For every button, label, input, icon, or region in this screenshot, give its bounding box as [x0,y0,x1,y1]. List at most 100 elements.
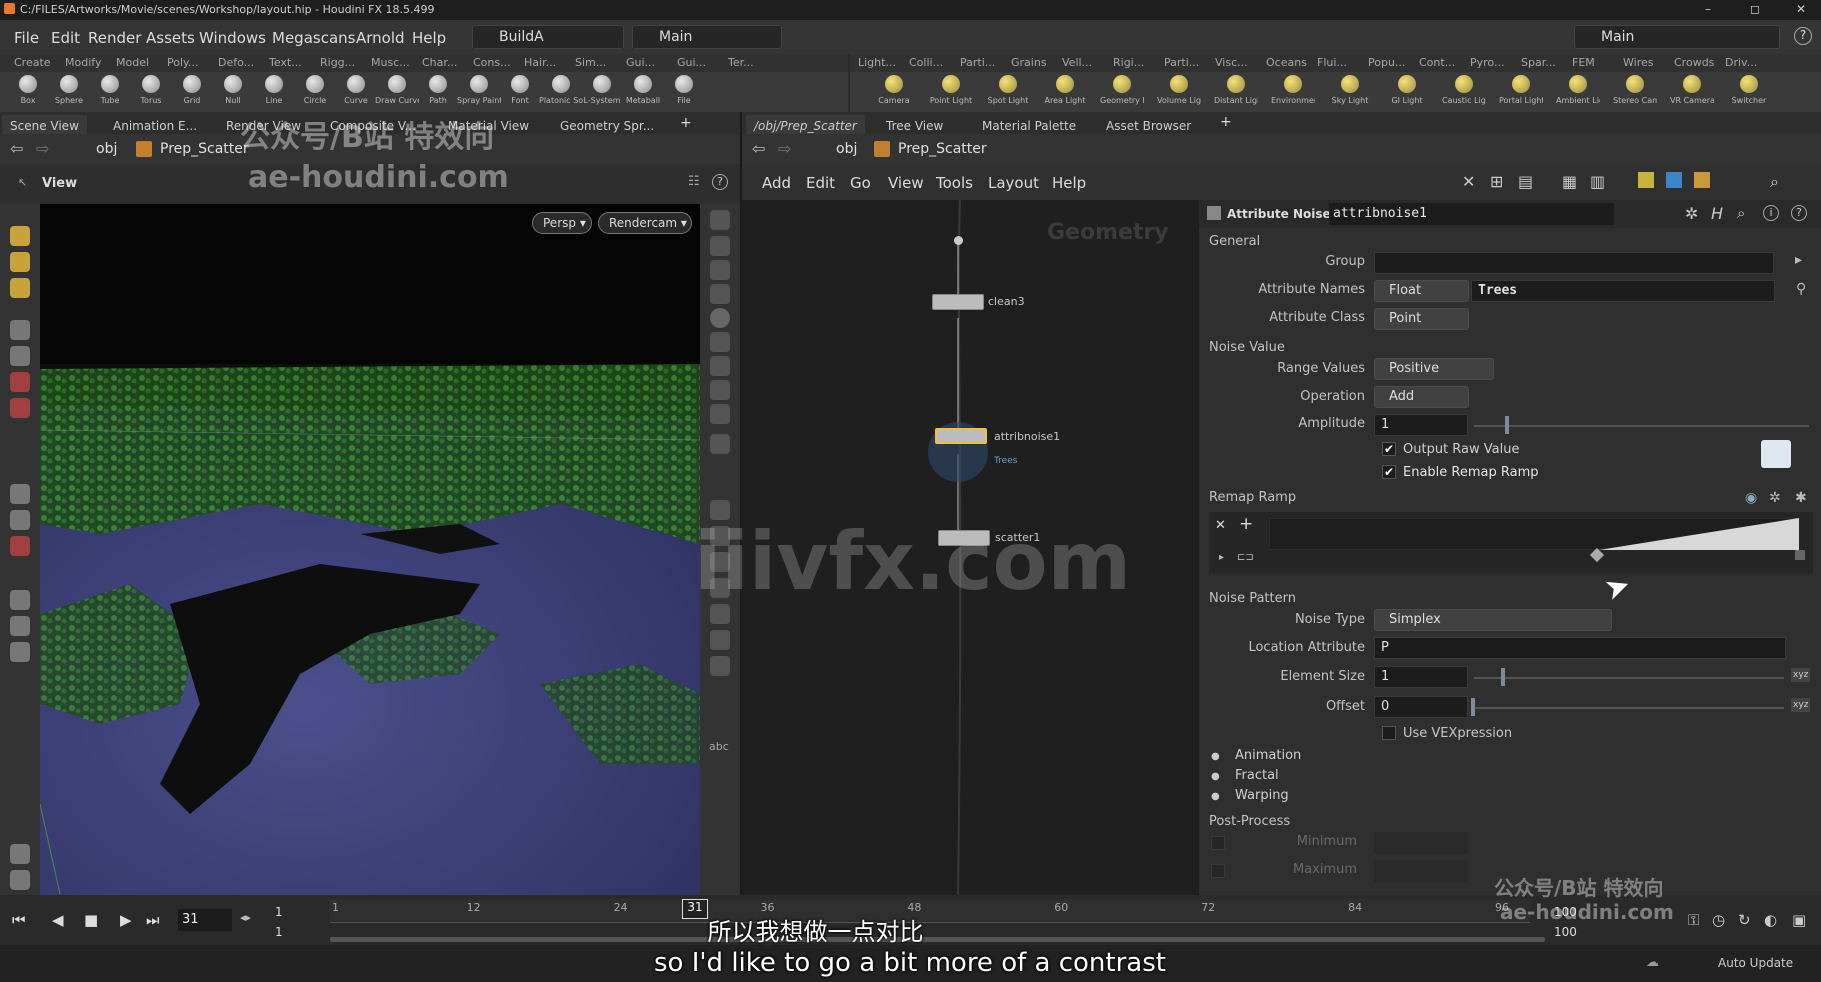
shelf-tool-volume-light[interactable]: Volume Light [1157,73,1201,111]
shelf-tool-ambient-light[interactable]: Ambient Light [1556,73,1600,111]
audio-icon[interactable]: ◐ [1764,911,1777,929]
amplitude-slider-handle[interactable] [1505,416,1509,434]
brush-icon[interactable] [10,398,30,418]
net-menu-edit[interactable]: Edit [806,174,835,192]
shelf-tab[interactable]: Sim... [575,56,606,69]
folder-fractal[interactable]: Fractal [1235,768,1279,783]
context-select[interactable]: Main [632,25,782,49]
settings-icon[interactable]: ▣ [1792,911,1806,929]
shelf-tool-camera[interactable]: Camera [872,73,916,111]
folder-expand-icon[interactable]: ● [1211,791,1220,802]
scene-viewport[interactable] [40,204,700,904]
ramp-key-1[interactable] [1589,547,1605,563]
display-options-icon[interactable]: ☷ [688,174,700,189]
shelf-tool-path[interactable]: Path [416,73,460,111]
shelf-tool-curve[interactable]: Curve [334,73,378,111]
shelf-tab[interactable]: Rigg... [320,56,355,69]
net-menu-view[interactable]: View [888,174,924,192]
net-menu-go[interactable]: Go [850,174,871,192]
back-arrow-icon[interactable]: ⇦ [752,139,765,158]
forward-arrow-icon[interactable]: ⇨ [36,139,49,158]
output-dot[interactable] [954,236,963,245]
background-icon[interactable] [710,356,730,376]
select-arrow-icon[interactable]: ▸ [1795,252,1802,268]
add-key-icon[interactable]: + [1239,514,1253,534]
location-attribute-field[interactable]: P [1374,637,1786,659]
help-icon[interactable]: ? [712,174,728,190]
shelf-tool-point-light[interactable]: Point Light [929,73,973,111]
display-ramp-icon[interactable] [1761,440,1791,468]
xyz-icon[interactable]: xyz [1791,668,1811,682]
loop-icon[interactable]: ↻ [1738,911,1751,929]
shelf-tab[interactable]: Grains [1011,56,1047,69]
help-icon[interactable]: ? [1794,27,1812,45]
noise-type-menu[interactable]: Simplex [1374,609,1612,631]
shelf-tool-platonic-solids[interactable]: Platonic Solids [539,73,583,111]
list-icon[interactable]: ▤ [1518,172,1533,191]
section-noise-pattern[interactable]: Noise Pattern [1209,591,1296,606]
home-icon[interactable] [710,210,730,230]
back-arrow-icon[interactable]: ⇦ [10,139,23,158]
shelf-tool-l-system[interactable]: L-System [580,73,624,111]
ramp-key-2[interactable] [1795,550,1805,560]
ramp-preset-icon[interactable]: ◉ [1745,490,1757,506]
visualize-icon[interactable] [710,656,730,676]
light-icon[interactable] [10,642,30,662]
close-icon[interactable]: ✕ [1796,2,1806,16]
shelf-tool-stereo-camera[interactable]: Stereo Camera [1613,73,1657,111]
shelf-tool-torus[interactable]: Torus [129,73,173,111]
shelf-tab[interactable]: Defo... [218,56,254,69]
amplitude-slider[interactable] [1474,425,1809,427]
shelf-tab[interactable]: Cons... [473,56,511,69]
section-general[interactable]: General [1209,234,1260,249]
attribute-name-field[interactable]: Trees [1471,280,1775,302]
menu-render[interactable]: Render [88,29,141,47]
menu-megascans[interactable]: Megascans [272,29,355,47]
breadcrumb-node[interactable]: Prep_Scatter [160,141,249,157]
help-icon[interactable]: ? [1791,205,1807,221]
shelf-tool-file[interactable]: File [662,73,706,111]
xyz-icon[interactable]: xyz [1791,698,1811,712]
shelf-tool-spot-light[interactable]: Spot Light [986,73,1030,111]
grid-snap-icon[interactable] [10,510,30,530]
display-points-icon[interactable] [710,380,730,400]
menu-assets[interactable]: Assets [146,29,195,47]
info-icon[interactable]: i [1763,205,1779,221]
net-menu-layout[interactable]: Layout [988,174,1039,192]
desktop-select[interactable]: BuildA [472,25,624,49]
shelf-tab[interactable]: Ter... [728,56,754,69]
text-display-icon[interactable]: abc [709,740,729,753]
link-icon[interactable]: ⊏⊐ [1237,552,1254,563]
pin-icon[interactable]: ⚲ [1796,281,1806,297]
shelf-tab[interactable]: Text... [269,56,302,69]
image-icon[interactable] [1666,172,1682,188]
handle-tool-icon[interactable] [10,278,30,298]
grid-view-icon[interactable]: ▦ [1562,172,1577,191]
shelf-tool-sphere[interactable]: Sphere [47,73,91,111]
shelf-tool-grid[interactable]: Grid [170,73,214,111]
shelf-tab[interactable]: Colli... [909,56,943,69]
transform-tool-icon[interactable] [10,252,30,272]
node-clean3[interactable] [932,294,984,310]
range-values-menu[interactable]: Positive [1374,358,1494,380]
select-tool-icon[interactable] [10,226,30,246]
section-remap-ramp[interactable]: Remap Ramp [1209,490,1296,505]
ramp-menu-icon[interactable]: ✱ [1795,490,1807,506]
delete-key-icon[interactable]: ✕ [1215,518,1226,533]
shelf-tool-circle[interactable]: Circle [293,73,337,111]
search-icon[interactable]: ⌕ [1770,172,1779,192]
shelf-tab[interactable]: Wires [1623,56,1653,69]
houdini-help-icon[interactable]: H [1711,204,1723,223]
shelf-tool-font[interactable]: Font [498,73,542,111]
attribute-type-menu[interactable]: Float [1374,280,1469,302]
offset-slider[interactable] [1474,707,1784,709]
shelf-tool-environment-light[interactable]: Environment Light [1271,73,1315,111]
gear-icon[interactable]: ✲ [1685,204,1698,223]
shelf-tool-gi-light[interactable]: GI Light [1385,73,1429,111]
shelf-tab[interactable]: Model [116,56,149,69]
shelf-tab[interactable]: Char... [422,56,457,69]
breadcrumb-node[interactable]: Prep_Scatter [898,141,987,157]
ramp-graph[interactable] [1269,518,1799,550]
frame-icon[interactable] [710,236,730,256]
shelf-tab[interactable]: Driv... [1725,56,1757,69]
